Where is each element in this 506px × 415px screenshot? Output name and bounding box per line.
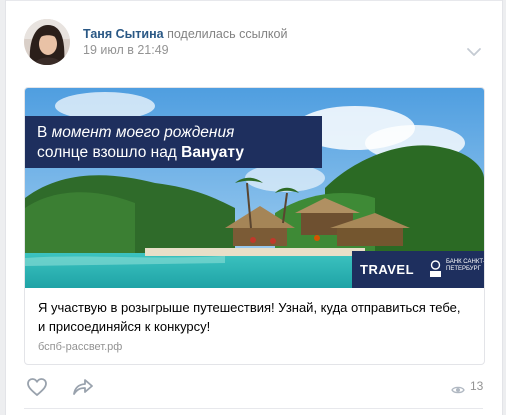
bank-logo-text: БАНК САНКТ-ПЕТЕРБУРГ [446,259,485,272]
divider [24,408,483,409]
snippet-banner-image[interactable]: В момент моего рождения солнце взошло на… [25,88,484,288]
eye-icon [451,382,465,394]
link-snippet[interactable]: В момент моего рождения солнце взошло на… [24,87,485,365]
post-card: Таня Сытина поделилась ссылкой 19 июл в … [5,0,503,415]
post-author: Таня Сытина поделилась ссылкой [83,27,287,41]
banner-headline: В момент моего рождения солнце взошло на… [25,116,322,168]
divider [6,0,502,1]
chevron-down-icon[interactable] [466,44,482,56]
heart-icon[interactable] [26,377,48,397]
travel-badge: TRAVEL БАНК САНКТ-ПЕТЕРБУРГ [352,251,484,288]
travel-label: TRAVEL [360,262,415,277]
share-arrow-icon[interactable] [72,378,94,396]
headline-line-2: солнце взошло над Вануату [37,144,244,161]
post-action-text: поделилась ссылкой [163,27,288,41]
author-name-link[interactable]: Таня Сытина [83,27,164,41]
headline-line-1: В момент моего рождения [37,124,235,141]
avatar[interactable] [24,19,70,65]
snippet-title[interactable]: Я участвую в розыгрыше путешествия! Узна… [38,298,468,336]
views-count: 13 [470,379,484,393]
bank-logo-icon [428,260,443,278]
snippet-domain: бспб-рассвет.рф [38,341,123,353]
post-date[interactable]: 19 июл в 21:49 [83,43,169,57]
